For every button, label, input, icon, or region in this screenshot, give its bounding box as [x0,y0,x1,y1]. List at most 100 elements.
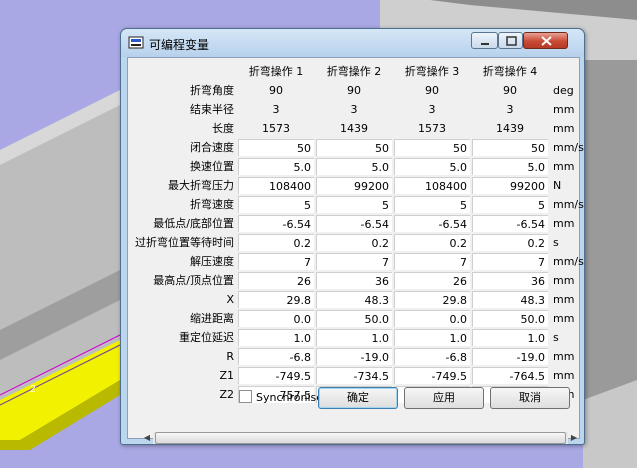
horizontal-scrollbar[interactable]: ◀ ▶ [141,430,580,447]
close-icon [541,36,552,46]
value-field[interactable]: 5.0 [238,158,314,175]
value-field[interactable]: -6.54 [472,215,548,232]
value-field[interactable]: 5 [316,196,392,213]
corner-cell [128,62,236,81]
value-field[interactable]: 7 [472,253,548,270]
value-field[interactable]: 108400 [238,177,314,194]
value-field[interactable]: 48.3 [316,291,392,308]
value-field[interactable]: -6.8 [394,348,470,365]
readonly-value: 3 [350,103,358,116]
value-field[interactable]: 7 [238,253,314,270]
value-field[interactable]: 36 [472,272,548,289]
row-unit: mm [553,122,575,135]
value-field[interactable]: -19.0 [472,348,548,365]
synchronise-checkbox[interactable] [239,390,252,403]
value-field[interactable]: 50 [472,139,548,156]
scroll-left-icon[interactable]: ◀ [142,433,152,443]
row-label: 过折弯位置等待时间 [135,236,234,249]
value-field[interactable]: 5.0 [316,158,392,175]
value-field[interactable]: 5.0 [394,158,470,175]
readonly-value: 1439 [340,122,368,135]
scroll-right-icon[interactable]: ▶ [569,433,579,443]
readonly-value: 90 [347,84,361,97]
maximize-button[interactable] [498,32,523,49]
value-field[interactable]: 5 [394,196,470,213]
value-field[interactable]: 1.0 [238,329,314,346]
row-unit: mm/s [553,198,584,211]
value-field[interactable]: 5.0 [472,158,548,175]
row-label: 最低点/底部位置 [153,217,234,230]
value-field[interactable]: 50.0 [316,310,392,327]
row-label: Z1 [219,369,234,382]
value-field[interactable]: 1.0 [394,329,470,346]
value-field[interactable]: -749.5 [238,367,314,384]
row-label: 长度 [212,122,234,135]
scrollbar-thumb[interactable] [155,432,566,444]
row-unit: mm [553,312,575,325]
synchronise-label: Synchronise [256,391,324,404]
minimize-button[interactable] [471,32,498,49]
value-field[interactable]: 108400 [394,177,470,194]
value-field[interactable]: 99200 [472,177,548,194]
row-label: R [226,350,234,363]
value-field[interactable]: 5 [238,196,314,213]
row-label: 换速位置 [190,160,234,173]
value-field[interactable]: 26 [394,272,470,289]
value-field[interactable]: -6.54 [316,215,392,232]
value-field[interactable]: 50 [238,139,314,156]
value-field[interactable]: -19.0 [316,348,392,365]
row-unit: mm [553,160,575,173]
value-field[interactable]: 0.0 [238,310,314,327]
variables-table: 折弯操作 1 折弯操作 2 折弯操作 3 折弯操作 4 折弯角度 90 90 9… [128,62,584,404]
value-field[interactable]: 0.0 [394,310,470,327]
title-bar[interactable]: 可编程变量 [121,29,584,57]
value-field[interactable]: 5 [472,196,548,213]
app-icon [128,36,144,49]
row-label: X [226,293,234,306]
value-field[interactable]: 1.0 [316,329,392,346]
value-field[interactable]: 50 [394,139,470,156]
value-field[interactable]: 29.8 [394,291,470,308]
row-unit: s [553,331,559,344]
value-field[interactable]: 36 [316,272,392,289]
apply-button[interactable]: 应用 [404,387,484,409]
maximize-icon [506,36,517,46]
value-field[interactable]: -749.5 [394,367,470,384]
value-field[interactable]: 99200 [316,177,392,194]
value-field[interactable]: 0.2 [394,234,470,251]
value-field[interactable]: -6.54 [238,215,314,232]
ok-button[interactable]: 确定 [318,387,398,409]
value-field[interactable]: 50 [316,139,392,156]
readonly-value: 1573 [418,122,446,135]
value-field[interactable]: 48.3 [472,291,548,308]
value-field[interactable]: -6.54 [394,215,470,232]
dialog-body: 折弯操作 1 折弯操作 2 折弯操作 3 折弯操作 4 折弯角度 90 90 9… [127,57,584,444]
row-unit: mm [553,217,575,230]
value-field[interactable]: 7 [394,253,470,270]
window-title: 可编程变量 [149,38,210,52]
value-field[interactable]: 0.2 [472,234,548,251]
row-label: 结束半径 [190,103,234,116]
close-button[interactable] [523,32,568,49]
readonly-value: 3 [428,103,436,116]
value-field[interactable]: 0.2 [316,234,392,251]
column-header-2: 折弯操作 2 [326,65,382,78]
value-field[interactable]: 7 [316,253,392,270]
value-field[interactable]: 50.0 [472,310,548,327]
row-label: 最大折弯压力 [168,179,234,192]
value-field[interactable]: -6.8 [238,348,314,365]
row-unit: mm/s [553,141,584,154]
readonly-value: 3 [506,103,514,116]
scene-marker-label: 2 [30,384,36,395]
value-field[interactable]: -764.5 [472,367,548,384]
cancel-button[interactable]: 取消 [490,387,570,409]
value-field[interactable]: 0.2 [238,234,314,251]
row-unit: mm [553,293,575,306]
row-unit: mm/s [553,255,584,268]
row-label: 折弯角度 [190,84,234,97]
value-field[interactable]: -734.5 [316,367,392,384]
value-field[interactable]: 29.8 [238,291,314,308]
value-field[interactable]: 26 [238,272,314,289]
row-unit: N [553,179,562,192]
value-field[interactable]: 1.0 [472,329,548,346]
